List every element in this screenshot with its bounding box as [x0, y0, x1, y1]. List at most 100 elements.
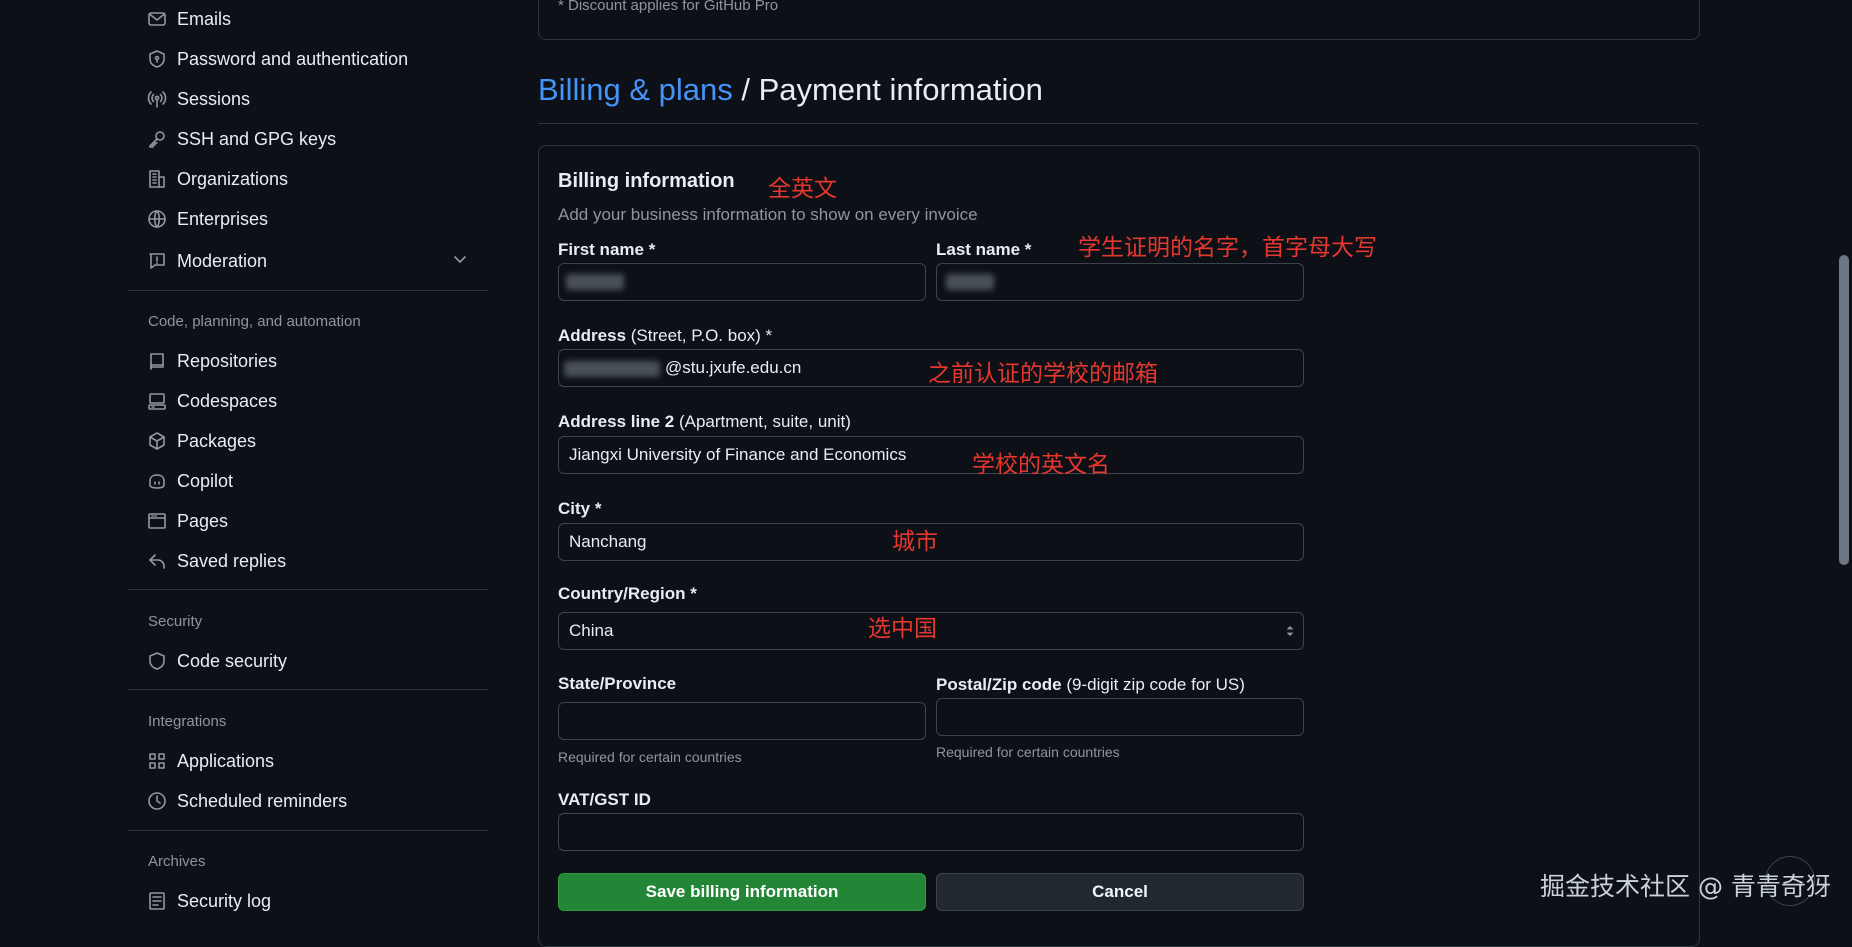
- postal-note: Required for certain countries: [936, 744, 1120, 760]
- settings-sidebar: Emails Password and authentication Sessi…: [128, 0, 488, 925]
- address2-label-hint: (Apartment, suite, unit): [674, 412, 851, 431]
- redacted-first-name: [566, 274, 624, 290]
- state-label: State/Province: [558, 674, 677, 693]
- sidebar-item-ssh-gpg-keys[interactable]: SSH and GPG keys: [128, 121, 488, 157]
- codespaces-icon: [147, 391, 167, 411]
- annotation-city: 城市: [892, 529, 938, 555]
- postal-label: Postal/Zip code (9-digit zip code for US…: [936, 675, 1245, 695]
- sidebar-item-label: Saved replies: [177, 550, 287, 571]
- sidebar-item-label: Moderation: [177, 250, 268, 271]
- country-selected-value: China: [569, 621, 614, 640]
- reply-icon: [147, 551, 167, 571]
- copilot-icon: [147, 471, 167, 491]
- annotation-school-email: 之前认证的学校的邮箱: [928, 361, 1158, 387]
- sidebar-item-enterprises[interactable]: Enterprises: [128, 201, 488, 237]
- state-note: Required for certain countries: [558, 749, 742, 765]
- sidebar-item-label: Code security: [177, 650, 288, 671]
- sidebar-item-label: Codespaces: [177, 390, 278, 411]
- state-input[interactable]: [558, 702, 926, 740]
- sidebar-item-label: Pages: [177, 510, 229, 531]
- log-icon: [147, 891, 167, 911]
- sidebar-item-label: SSH and GPG keys: [177, 128, 337, 149]
- sidebar-item-label: Security log: [177, 890, 272, 911]
- redacted-email-prefix: [564, 361, 660, 377]
- sidebar-item-label: Applications: [177, 750, 275, 771]
- sidebar-item-password[interactable]: Password and authentication: [128, 41, 488, 77]
- discount-note: * Discount applies for GitHub Pro: [558, 0, 779, 14]
- vat-label: VAT/GST ID: [558, 790, 651, 809]
- city-label: City *: [558, 499, 602, 518]
- broadcast-icon: [147, 89, 167, 109]
- mail-icon: [147, 9, 167, 29]
- sidebar-divider: [128, 290, 488, 291]
- sidebar-divider: [128, 830, 488, 831]
- form-title: Billing information: [558, 170, 735, 192]
- sidebar-item-label: Emails: [177, 8, 232, 29]
- repo-icon: [147, 351, 167, 371]
- save-billing-button[interactable]: Save billing information: [558, 873, 926, 911]
- sidebar-item-codespaces[interactable]: Codespaces: [128, 383, 488, 419]
- browser-icon: [147, 511, 167, 531]
- sidebar-item-label: Repositories: [177, 350, 278, 371]
- vat-input[interactable]: [558, 813, 1304, 851]
- title-divider: [538, 123, 1698, 124]
- sidebar-divider: [128, 589, 488, 590]
- annotation-choose-china: 选中国: [868, 616, 937, 642]
- first-name-label: First name *: [558, 240, 656, 259]
- last-name-label: Last name *: [936, 240, 1032, 259]
- postal-label-hint: (9-digit zip code for US): [1061, 675, 1245, 694]
- country-label: Country/Region *: [558, 584, 697, 603]
- key-icon: [147, 129, 167, 149]
- sidebar-item-applications[interactable]: Applications: [128, 743, 488, 779]
- redacted-last-name: [946, 274, 994, 290]
- sidebar-item-emails[interactable]: Emails: [128, 1, 488, 37]
- sidebar-item-pages[interactable]: Pages: [128, 503, 488, 539]
- sidebar-item-saved-replies[interactable]: Saved replies: [128, 543, 488, 579]
- sidebar-item-moderation[interactable]: Moderation: [128, 243, 488, 279]
- sidebar-item-repositories[interactable]: Repositories: [128, 343, 488, 379]
- sidebar-item-label: Sessions: [177, 88, 251, 109]
- shield-lock-icon: [147, 49, 167, 69]
- sidebar-item-copilot[interactable]: Copilot: [128, 463, 488, 499]
- address-label-hint: (Street, P.O. box) *: [626, 326, 773, 345]
- scrollbar-thumb[interactable]: [1839, 255, 1849, 565]
- annotation-student-name: 学生证明的名字，首字母大写: [1078, 235, 1377, 261]
- address2-input[interactable]: [558, 436, 1304, 474]
- apps-icon: [147, 751, 167, 771]
- clock-icon: [147, 791, 167, 811]
- sidebar-item-security-log[interactable]: Security log: [128, 883, 488, 919]
- sidebar-item-packages[interactable]: Packages: [128, 423, 488, 459]
- cancel-button[interactable]: Cancel: [936, 873, 1304, 911]
- breadcrumb-current: Payment information: [758, 72, 1043, 107]
- organization-icon: [147, 169, 167, 189]
- address-label-text: Address: [558, 326, 627, 345]
- section-heading-code: Code, planning, and automation: [148, 313, 361, 330]
- select-arrows-icon: [1285, 622, 1295, 645]
- address-label: Address (Street, P.O. box) *: [558, 326, 772, 346]
- section-heading-integrations: Integrations: [148, 713, 227, 730]
- sidebar-item-code-security[interactable]: Code security: [128, 643, 488, 679]
- form-subtitle: Add your business information to show on…: [558, 205, 978, 224]
- chevron-down-icon[interactable]: [450, 249, 470, 274]
- section-heading-archives: Archives: [148, 853, 206, 870]
- report-icon: [147, 251, 167, 271]
- address2-label: Address line 2 (Apartment, suite, unit): [558, 412, 851, 432]
- breadcrumb-billing-link[interactable]: Billing & plans: [538, 72, 733, 107]
- sidebar-item-sessions[interactable]: Sessions: [128, 81, 488, 117]
- sidebar-item-scheduled-reminders[interactable]: Scheduled reminders: [128, 783, 488, 819]
- sidebar-item-label: Packages: [177, 430, 257, 451]
- package-icon: [147, 431, 167, 451]
- address-value: @stu.jxufe.edu.cn: [665, 358, 802, 377]
- sidebar-divider: [128, 689, 488, 690]
- breadcrumb-separator: /: [732, 72, 759, 107]
- sidebar-item-label: Organizations: [177, 168, 289, 189]
- address2-label-text: Address line 2: [558, 412, 675, 431]
- sidebar-item-organizations[interactable]: Organizations: [128, 161, 488, 197]
- globe-icon: [147, 209, 167, 229]
- section-heading-security: Security: [148, 613, 203, 630]
- sidebar-item-label: Password and authentication: [177, 48, 409, 69]
- annotation-all-english: 全英文: [768, 176, 837, 202]
- postal-input[interactable]: [936, 698, 1304, 736]
- sidebar-item-label: Enterprises: [177, 208, 269, 229]
- sidebar-item-label: Scheduled reminders: [177, 790, 348, 811]
